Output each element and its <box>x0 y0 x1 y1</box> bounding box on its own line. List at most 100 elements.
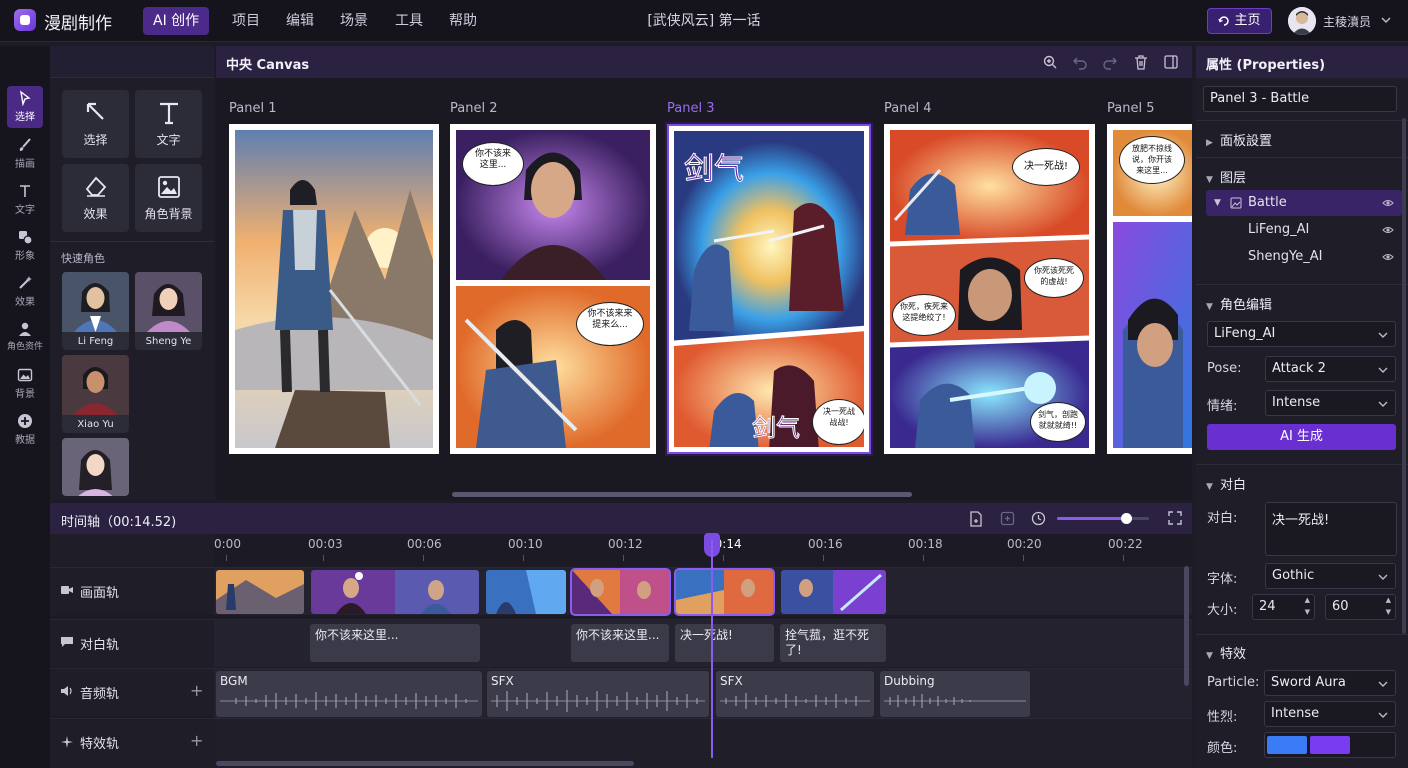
undo-icon[interactable] <box>1072 54 1088 70</box>
section-dialogue[interactable]: ▼ 对白 <box>1206 474 1246 493</box>
font-size-stepper[interactable]: 24 ▲ ▼ <box>1252 594 1315 620</box>
font-select[interactable]: Gothic <box>1265 563 1396 589</box>
canvas-area[interactable]: Panel 1 Panel 2 Panel 3 Panel 4 Panel 5 <box>216 78 1192 500</box>
speech-bubble[interactable]: 你不该来来 提来么... <box>576 302 644 346</box>
dialogue-textarea[interactable]: 决一死战! <box>1265 502 1397 556</box>
audio-clip[interactable]: BGM <box>216 671 482 717</box>
speech-bubble[interactable]: 放肥不掠线 说，你开该 来这里... <box>1119 136 1185 184</box>
add-media-icon[interactable] <box>969 511 983 527</box>
split-view-icon[interactable] <box>1163 54 1179 70</box>
character-card-xiao-yu[interactable]: Xiao Yu <box>62 355 129 433</box>
particle-select[interactable]: Sword Aura <box>1264 670 1396 696</box>
side-tool-select[interactable]: 选择 <box>7 86 43 128</box>
comic-panel-3[interactable]: 剑气 剑气 决一死战 战战! <box>667 124 871 454</box>
section-effects[interactable]: ▼ 特效 <box>1206 643 1246 662</box>
speech-bubble[interactable]: 决一死战 战战! <box>812 399 864 445</box>
line-height-stepper[interactable]: 60 ▲ ▼ <box>1325 594 1396 620</box>
tool-effects-card[interactable]: 效果 <box>62 164 129 232</box>
chevron-down-icon[interactable] <box>1380 15 1392 25</box>
side-tool-character[interactable]: 角色资件 <box>7 317 43 359</box>
audio-clip[interactable]: SFX <box>716 671 874 717</box>
comic-panel-5[interactable]: 放肥不掠线 说，你开该 来这里... <box>1107 124 1192 454</box>
user-name[interactable]: 主稜濆员 <box>1323 13 1371 30</box>
home-button[interactable]: 主页 <box>1207 8 1272 34</box>
color-swatch-blue[interactable] <box>1267 736 1307 754</box>
character-card-li-feng[interactable]: Li Feng <box>62 272 129 350</box>
eye-icon[interactable] <box>1382 198 1394 208</box>
comic-panel-4[interactable]: 决一死战! 你死该死死 的虚战! 你死，疾死来 这提绝绞了! 剑气，剖跑 就就就… <box>884 124 1095 454</box>
clock-icon[interactable] <box>1031 511 1046 526</box>
side-tool-shapes[interactable]: 形象 <box>7 225 43 267</box>
video-clip[interactable] <box>486 570 566 614</box>
emotion-select[interactable]: Intense <box>1265 390 1396 416</box>
timeline-vertical-scrollbar[interactable] <box>1184 566 1189 686</box>
track-header-effects[interactable]: 特效轨 + <box>50 718 214 768</box>
speech-bubble[interactable]: 你死该死死 的虚战! <box>1024 258 1084 298</box>
add-track-icon[interactable]: + <box>190 681 203 700</box>
timeline-scrollbar[interactable] <box>216 761 634 766</box>
character-card-4[interactable] <box>62 438 129 496</box>
dialogue-clip[interactable]: 决一死战! <box>675 624 774 662</box>
character-card-sheng-ye[interactable]: Sheng Ye <box>135 272 202 350</box>
video-clip[interactable] <box>781 570 886 614</box>
menu-project[interactable]: 项目 <box>222 7 270 35</box>
selected-item-name[interactable]: Panel 3 - Battle <box>1203 86 1397 112</box>
speech-bubble[interactable]: 决一死战! <box>1012 148 1080 186</box>
stepper-arrows-icon[interactable]: ▲ ▼ <box>1305 594 1310 618</box>
comic-panel-2[interactable]: 你不该来 这里... 你不该来来 提来么... <box>450 124 656 454</box>
properties-scrollbar[interactable] <box>1402 118 1406 634</box>
ai-generate-button[interactable]: AI 生成 <box>1207 424 1396 450</box>
video-clip-selected[interactable] <box>570 568 671 616</box>
side-tool-text[interactable]: 文字 <box>7 179 43 221</box>
pose-select[interactable]: Attack 2 <box>1265 356 1396 382</box>
menu-ai-create[interactable]: AI 创作 <box>143 7 210 35</box>
redo-icon[interactable] <box>1102 54 1118 70</box>
canvas-scrollbar[interactable] <box>452 492 912 497</box>
side-tool-data[interactable]: 教据 <box>7 409 43 451</box>
side-tool-draw[interactable]: 描画 <box>7 133 43 175</box>
character-select[interactable]: LiFeng_AI <box>1207 321 1396 347</box>
eye-icon[interactable] <box>1382 225 1394 235</box>
fullscreen-icon[interactable] <box>1168 511 1182 525</box>
speech-bubble[interactable]: 剑气，剖跑 就就就绮!! <box>1030 402 1086 442</box>
track-header-dialogue[interactable]: 对白轨 <box>50 619 214 667</box>
layer-item-lifeng[interactable]: LiFeng_AI <box>1206 217 1402 243</box>
zoom-slider-handle[interactable] <box>1121 513 1132 524</box>
tool-text-card[interactable]: 文字 <box>135 90 202 158</box>
section-panel-settings[interactable]: ▶ 面板設置 <box>1206 130 1272 149</box>
intensity-select[interactable]: Intense <box>1264 701 1396 727</box>
audio-clip[interactable]: SFX <box>487 671 709 717</box>
layer-item-battle[interactable]: ▼ Battle <box>1206 190 1402 216</box>
video-clip[interactable] <box>311 570 479 614</box>
video-clip-selected[interactable] <box>674 568 775 616</box>
tool-background-card[interactable]: 角色背景 <box>135 164 202 232</box>
menu-help[interactable]: 帮助 <box>439 7 487 35</box>
section-character-edit[interactable]: ▼ 角色编辑 <box>1206 294 1272 313</box>
color-swatch-purple[interactable] <box>1310 736 1350 754</box>
video-clip[interactable] <box>216 570 304 614</box>
audio-clip[interactable]: Dubbing <box>880 671 1030 717</box>
speech-bubble[interactable]: 你死，疾死来 这提绝绞了! <box>892 294 956 336</box>
menu-scene[interactable]: 场景 <box>330 7 378 35</box>
track-header-audio[interactable]: 音频轨 + <box>50 668 214 716</box>
zoom-icon[interactable] <box>1042 54 1058 70</box>
playhead[interactable] <box>711 540 713 758</box>
layer-item-shengye[interactable]: ShengYe_AI <box>1206 244 1402 270</box>
track-header-video[interactable]: 画面轨 <box>50 567 214 615</box>
dialogue-clip[interactable]: 你不该来这里... <box>571 624 669 662</box>
dialogue-clip[interactable]: 你不该来这里... <box>310 624 480 662</box>
dialogue-clip[interactable]: 拴气菰，逛不死 了! <box>780 624 886 662</box>
comic-panel-1[interactable] <box>229 124 439 454</box>
section-layers[interactable]: ▼ 图层 <box>1206 167 1246 186</box>
side-tool-effects[interactable]: 效果 <box>7 271 43 313</box>
trash-icon[interactable] <box>1133 54 1149 70</box>
side-tool-background[interactable]: 背景 <box>7 363 43 405</box>
menu-edit[interactable]: 编辑 <box>276 7 324 35</box>
tool-select-card[interactable]: 选择 <box>62 90 129 158</box>
stepper-arrows-icon[interactable]: ▲ ▼ <box>1386 594 1391 618</box>
menu-tools[interactable]: 工具 <box>385 7 433 35</box>
eye-icon[interactable] <box>1382 252 1394 262</box>
add-track-icon[interactable]: + <box>190 731 203 750</box>
user-avatar[interactable] <box>1288 7 1316 35</box>
export-icon[interactable] <box>1000 511 1015 526</box>
